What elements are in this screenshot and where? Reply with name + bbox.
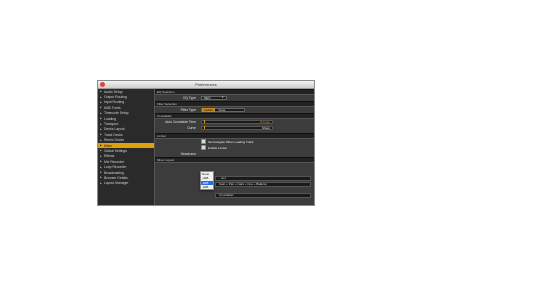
mixer-settings-panel: EQ Selection EQ Type NEO ▼ Filter Selecti… bbox=[155, 89, 314, 205]
curve-row: Curve Sharp bbox=[155, 125, 314, 131]
auto-crossfade-label: Auto Crossfade Time bbox=[165, 120, 196, 124]
curve-value: Sharp bbox=[261, 125, 270, 130]
section-header-mixer-layout: Mixer Layout bbox=[155, 157, 314, 163]
headroom-label: Headroom bbox=[180, 152, 196, 156]
chevron-down-icon: ▼ bbox=[221, 96, 224, 100]
filter-type-label: Filter Type bbox=[180, 108, 196, 112]
mixer-layout-option[interactable]: Gain + Pan + Gain + Cue + Balance bbox=[215, 182, 311, 187]
filter-type-row: Filter Type Ladder Xone bbox=[155, 107, 314, 113]
auto-crossfade-value: 8.0 sec bbox=[260, 119, 270, 124]
filter-option-xone[interactable]: Xone bbox=[215, 108, 228, 112]
slider-handle[interactable] bbox=[204, 120, 205, 124]
title-bar: Preferences bbox=[98, 81, 314, 89]
filter-option-ladder[interactable]: Ladder bbox=[202, 107, 216, 112]
headroom-row: Headroom bbox=[155, 151, 314, 157]
autogain-checkbox[interactable]: Set Autogain When Loading Track bbox=[199, 139, 255, 145]
checkbox-icon bbox=[201, 145, 206, 151]
headroom-dropdown-menu: None -3dB -6dB -9dB bbox=[200, 171, 214, 191]
slider-handle[interactable] bbox=[204, 126, 205, 130]
mixer-layout-option[interactable]: ...der bbox=[215, 176, 311, 181]
filter-type-segmented[interactable]: Ladder Xone bbox=[201, 107, 245, 112]
mixer-layout-option[interactable]: Crossfader bbox=[215, 193, 311, 198]
sidebar: ▶ Audio Setup ▶ Output Routing ▶ Input Rout… bbox=[98, 89, 155, 205]
curve-slider[interactable]: Sharp bbox=[201, 125, 273, 130]
sidebar-item[interactable]: ▶ Layout Manager bbox=[98, 181, 154, 186]
eq-type-select[interactable]: NEO ▼ bbox=[201, 95, 227, 100]
checkbox-icon bbox=[201, 139, 206, 145]
dropdown-item[interactable]: -9dB bbox=[201, 185, 213, 189]
window-title: Preferences bbox=[195, 82, 217, 87]
limiter-checkbox[interactable]: Enable Limiter bbox=[199, 145, 229, 151]
curve-label: Curve bbox=[187, 126, 196, 130]
eq-type-row: EQ Type NEO ▼ bbox=[155, 95, 314, 101]
eq-type-label: EQ Type bbox=[183, 96, 196, 100]
auto-crossfade-slider[interactable]: 8.0 sec bbox=[201, 119, 273, 124]
